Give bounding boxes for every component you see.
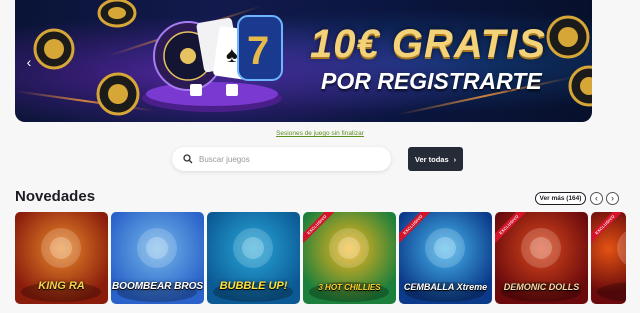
gold-chip-icon — [97, 0, 137, 28]
svg-text:♠: ♠ — [226, 42, 238, 67]
game-tile[interactable]: BUBBLE UP! — [207, 212, 300, 304]
see-more-button[interactable]: Ver más (164) — [535, 192, 586, 205]
promo-banner[interactable]: ♠ 7 10€ GRATIS POR REGISTRARTE ‹ › — [15, 0, 592, 122]
see-all-label: Ver todas — [414, 154, 449, 164]
game-tile[interactable]: EXCLUSIVO 3 HOT CHILLIES — [303, 212, 396, 304]
game-tile[interactable]: BOOMBEAR BROS — [111, 212, 204, 304]
gold-chip-icon — [568, 65, 592, 107]
casino-illustration: ♠ 7 — [142, 15, 283, 112]
carousel-prev-icon[interactable]: ‹ — [21, 54, 37, 70]
chevron-right-icon: › — [453, 154, 457, 164]
game-name: KING RA — [38, 280, 85, 292]
scroll-left-icon[interactable]: ‹ — [590, 192, 603, 205]
search-input[interactable] — [199, 154, 391, 164]
gold-chip-icon — [33, 28, 75, 70]
section-title: Novedades — [15, 188, 96, 205]
game-name: BOOMBEAR BROS — [111, 281, 204, 292]
game-name: CEMBALLA Xtreme — [403, 282, 488, 292]
game-name: DEMONIC DOLLS — [503, 282, 580, 292]
promo-headline: 10€ GRATIS — [310, 22, 546, 66]
game-tile[interactable]: KING RA — [15, 212, 108, 304]
game-tile[interactable]: EXCLUSIVO CEMBALLA Xtreme — [399, 212, 492, 304]
game-tile[interactable]: EXCLUSIVO — [591, 212, 626, 304]
svg-text:7: 7 — [247, 29, 269, 73]
game-name: BUBBLE UP! — [219, 280, 288, 292]
gold-chip-icon — [96, 72, 140, 116]
game-tile[interactable]: EXCLUSIVO DEMONIC DOLLS — [495, 212, 588, 304]
scroll-right-icon[interactable]: › — [606, 192, 619, 205]
search-icon — [183, 154, 193, 164]
gold-chip-icon — [546, 15, 590, 59]
search-box[interactable] — [172, 147, 391, 171]
unfinished-sessions-link[interactable]: Sesiones de juego sin finalizar — [0, 130, 640, 137]
game-name: 3 HOT CHILLIES — [318, 283, 381, 292]
see-all-button[interactable]: Ver todas › — [408, 147, 463, 171]
promo-subheadline: POR REGISTRARTE — [321, 68, 542, 94]
